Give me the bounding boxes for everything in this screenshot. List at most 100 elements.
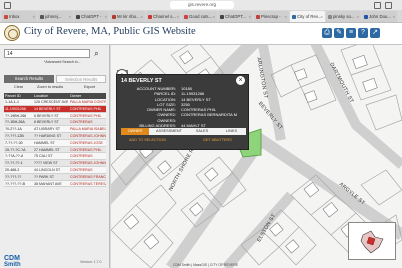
tab-label: Channel s...	[153, 14, 176, 19]
tab-favicon-icon	[148, 14, 152, 19]
sidebar-toggle-icon[interactable]	[4, 1, 11, 9]
tab-sales[interactable]: SALES	[189, 128, 215, 135]
table-cell: 27 HAMMEL ST	[34, 147, 60, 152]
share-icon[interactable]	[374, 1, 381, 9]
add-to-selection-link[interactable]: ADD TO SELECTION	[129, 138, 166, 142]
table-row[interactable]: ??-1BH-26A 8 BEVERLY ST CONTRERAS	[4, 119, 106, 127]
search-input[interactable]: 14	[4, 49, 90, 58]
tab-favicon-icon	[256, 14, 260, 19]
table-row[interactable]: ??-???-??-B 38 MAHANT AVE CONTRERAS TERESA…	[4, 180, 106, 188]
tab-close-icon[interactable]: ×	[393, 11, 395, 22]
browser-tab[interactable]: Pinecrap - ×	[254, 11, 289, 22]
browser-tab[interactable]: ChatGPT - ×	[74, 11, 109, 22]
share-map-icon[interactable]: ↗	[370, 28, 380, 38]
table-cell: CONTRERAS JOSE	[70, 140, 103, 145]
tab-close-icon[interactable]: ×	[213, 11, 215, 22]
tab-close-icon[interactable]: ×	[285, 11, 287, 22]
tab-owner[interactable]: OWNER	[121, 128, 149, 135]
tab-selection-results[interactable]: Selection Results	[56, 75, 106, 83]
tab-close-icon[interactable]: ×	[105, 11, 107, 22]
tab-close-icon[interactable]: ×	[357, 11, 359, 22]
search-icon[interactable]: ⌕	[91, 48, 102, 59]
table-row[interactable]: 19-??-?C-?A 27 HAMMEL ST CONTRERAS PHIL	[4, 146, 106, 154]
table-row[interactable]: 11-19931266 14 BEVERLY ST CONTRERAS PHIL	[4, 105, 106, 113]
search-sidebar: 14 ⌕ *Advanced Search in... Search Resul…	[0, 45, 110, 268]
tab-close-icon[interactable]: ×	[249, 11, 251, 22]
table-row[interactable]: ??-???-?? ?? PARK ST CONTRERAS FRANCISCO	[4, 173, 106, 181]
clear-button[interactable]: Clear	[14, 85, 23, 89]
table-cell: CONTRERAS	[70, 154, 93, 159]
table-row[interactable]: 1-1A-1-1 126 CRESCENT AVE PALLA MARIA CONT…	[4, 99, 106, 106]
help-icon[interactable]: ?	[358, 28, 368, 38]
overview-map[interactable]	[348, 222, 396, 260]
zoom-to-results-button[interactable]: Zoom to results	[37, 85, 63, 89]
browser-tab[interactable]: Inbox ×	[2, 11, 37, 22]
tab-label: ChatGPT -	[81, 14, 102, 19]
tab-favicon-icon	[220, 14, 224, 19]
browser-tab[interactable]: johnrej... ×	[38, 11, 73, 22]
table-row[interactable]: ?-??A-??-A 75 CALI ST CONTRERAS	[4, 153, 106, 161]
table-cell: CONTRERAS FRANCISCO	[70, 174, 106, 179]
tab-favicon-icon	[112, 14, 116, 19]
tab-label: Pinecrap -	[261, 14, 281, 19]
tab-label: Mr kir ribo...	[117, 14, 140, 19]
browser-tab[interactable]: Good cuts... ×	[182, 11, 217, 22]
table-row[interactable]: 20-466-3 44 LINCOLN ST CONTRERAS	[4, 166, 106, 174]
table-cell: PALLA MARIA ISABEL CONTRERAS	[70, 127, 106, 132]
table-cell: HAMMEL ST	[34, 140, 55, 145]
app-header: City of Revere, MA, Public GIS Website ⎙…	[0, 23, 402, 45]
browser-tab[interactable]: Mr kir ribo... ×	[110, 11, 145, 22]
table-cell: ?? PARK ST	[34, 174, 55, 179]
table-cell: CONTRERAS JOHNNIE JR	[70, 133, 106, 138]
table-cell: ???? VIEW ST	[34, 161, 58, 166]
close-icon[interactable]: ×	[236, 76, 245, 85]
get-abutters-link[interactable]: GET ABUTTERS	[203, 138, 232, 142]
cdm-smith-logo: CDM Smith	[4, 255, 21, 268]
table-cell: 11-19931266	[5, 106, 26, 111]
browser-tab[interactable]: pinsky so... ×	[326, 11, 361, 22]
results-table: 1-1A-1-1 126 CRESCENT AVE PALLA MARIA CONT…	[4, 99, 106, 188]
overview-svg	[360, 230, 384, 254]
browser-tab[interactable]: John Dou... ×	[362, 11, 397, 22]
tab-assessment[interactable]: ASSESSMENT	[151, 128, 187, 135]
popup-fields: ACCOUNT NUMBER: 10180 PARCEL ID: 11-1993126…	[117, 86, 250, 128]
browser-tab[interactable]: Channel s... ×	[146, 11, 181, 22]
browser-tab[interactable]: City of Rev... ×	[290, 11, 325, 22]
measure-icon[interactable]: ✎	[334, 28, 344, 38]
export-button[interactable]: Export	[84, 85, 95, 89]
table-row[interactable]: ??-19BH-266 6 BEVERLY ST CONTRERAS PHIL	[4, 112, 106, 120]
layers-icon[interactable]: ≡	[346, 28, 356, 38]
table-row[interactable]: ??-???-12B ?? HARDING ST CONTRERAS JOHNNIE…	[4, 132, 106, 140]
tab-search-results[interactable]: Search Results	[4, 75, 54, 83]
tab-favicon-icon	[4, 14, 8, 19]
city-seal-logo	[4, 25, 20, 41]
advanced-search-link[interactable]: *Advanced Search in...	[44, 60, 81, 64]
tab-close-icon[interactable]: ×	[141, 11, 143, 22]
table-cell: CONTRERAS JOHNNIE	[70, 161, 106, 166]
tab-links[interactable]: LINKS	[217, 128, 246, 135]
browser-tab[interactable]: ChatGPT... ×	[218, 11, 253, 22]
tab-close-icon[interactable]: ×	[69, 11, 71, 22]
tab-favicon-icon	[76, 14, 80, 19]
table-cell: 7-??-??-30	[5, 140, 23, 145]
table-row[interactable]: ?0-2??-1A AT LIBRARY ST PALLA MARIA ISABEL…	[4, 126, 106, 133]
tab-close-icon[interactable]: ×	[321, 11, 323, 22]
results-actions: Clear Zoom to results Export	[4, 85, 106, 91]
tab-favicon-icon	[328, 14, 332, 19]
table-cell: 1-1A-1-1	[5, 100, 19, 104]
table-cell: ?0-2??-1A	[5, 127, 22, 132]
print-icon[interactable]: ⎙	[322, 28, 332, 38]
browser-address-bar: gis.revere.org	[0, 0, 402, 10]
table-cell: ??-19BH-266	[5, 113, 27, 118]
tab-close-icon[interactable]: ×	[33, 11, 35, 22]
url-field[interactable]: gis.revere.org	[170, 1, 234, 9]
new-tab-icon[interactable]	[385, 1, 392, 9]
table-cell: 19-??-?C-?A	[5, 147, 26, 152]
table-cell: CONTRERAS PHIL	[70, 113, 102, 118]
tab-close-icon[interactable]: ×	[177, 11, 179, 22]
table-row[interactable]: ??-??-??-1 ???? VIEW ST CONTRERAS JOHNNIE	[4, 160, 106, 167]
table-row[interactable]: 7-??-??-30 HAMMEL ST CONTRERAS JOSE	[4, 139, 106, 147]
table-cell: 126 CRESCENT AVE	[34, 100, 68, 104]
table-cell: 8 BEVERLY ST	[34, 120, 59, 125]
table-cell: ??-??-??-1	[5, 161, 23, 166]
